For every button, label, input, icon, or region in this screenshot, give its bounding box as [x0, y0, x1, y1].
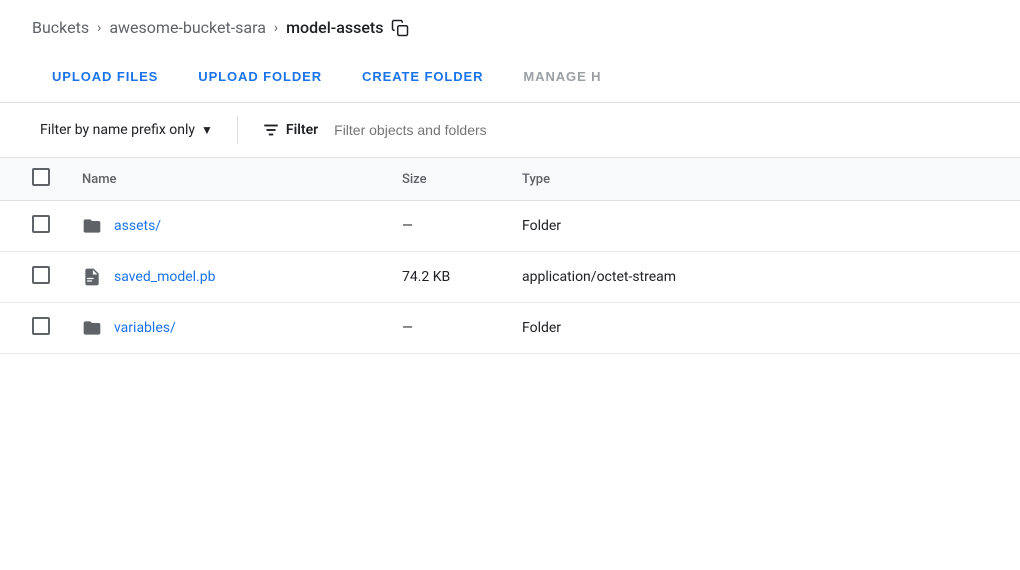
- col-header-type: Type: [506, 158, 1020, 201]
- file-icon-cell: variables/: [82, 318, 370, 338]
- folder-icon: [82, 216, 102, 236]
- filter-prefix-label: Filter by name prefix only: [40, 122, 195, 138]
- breadcrumb-bucket-link[interactable]: awesome-bucket-sara: [109, 18, 266, 37]
- chevron-down-icon: ▼: [201, 123, 213, 137]
- row-name-cell: assets/: [66, 201, 386, 252]
- filter-bar: Filter by name prefix only ▼ Filter: [0, 103, 1020, 158]
- table-header-row: Name Size Type: [0, 158, 1020, 201]
- row-checkbox-cell[interactable]: [0, 303, 66, 354]
- filter-divider: [237, 116, 238, 144]
- file-icon: [82, 267, 102, 287]
- row-type-cell: application/octet-stream: [506, 252, 1020, 303]
- row-name-cell: variables/: [66, 303, 386, 354]
- row-size-cell: —: [386, 303, 506, 354]
- row-checkbox[interactable]: [32, 215, 50, 233]
- upload-folder-button[interactable]: UPLOAD FOLDER: [178, 51, 342, 103]
- col-header-size: Size: [386, 158, 506, 201]
- breadcrumb-current-path: model-assets: [286, 18, 383, 37]
- file-icon-cell: assets/: [82, 216, 370, 236]
- table-row: assets/ —Folder: [0, 201, 1020, 252]
- copy-path-icon[interactable]: [391, 19, 409, 37]
- breadcrumb-chevron-2: ›: [274, 20, 278, 36]
- table-row: saved_model.pb 74.2 KBapplication/octet-…: [0, 252, 1020, 303]
- row-checkbox[interactable]: [32, 266, 50, 284]
- row-checkbox[interactable]: [32, 317, 50, 335]
- filter-prefix-dropdown[interactable]: Filter by name prefix only ▼: [32, 116, 221, 144]
- create-folder-button[interactable]: CREATE FOLDER: [342, 51, 503, 103]
- col-header-checkbox[interactable]: [0, 158, 66, 201]
- file-name-link[interactable]: variables/: [114, 320, 176, 336]
- breadcrumb-buckets-link[interactable]: Buckets: [32, 18, 89, 37]
- upload-files-button[interactable]: UPLOAD FILES: [32, 51, 178, 103]
- action-toolbar: UPLOAD FILES UPLOAD FOLDER CREATE FOLDER…: [0, 51, 1020, 103]
- table-row: variables/ —Folder: [0, 303, 1020, 354]
- breadcrumb: Buckets › awesome-bucket-sara › model-as…: [0, 0, 1020, 51]
- col-header-name: Name: [66, 158, 386, 201]
- file-name-link[interactable]: saved_model.pb: [114, 269, 215, 285]
- file-name-link[interactable]: assets/: [114, 218, 161, 234]
- filter-icon: [262, 121, 280, 139]
- filter-input-wrapper[interactable]: [334, 122, 988, 139]
- filter-button[interactable]: Filter: [254, 115, 326, 145]
- row-type-cell: Folder: [506, 303, 1020, 354]
- file-icon-cell: saved_model.pb: [82, 267, 370, 287]
- filter-input[interactable]: [334, 122, 988, 138]
- file-table: Name Size Type assets/ —Folder saved_mod…: [0, 158, 1020, 354]
- breadcrumb-chevron-1: ›: [97, 20, 101, 36]
- row-checkbox-cell[interactable]: [0, 252, 66, 303]
- row-name-cell: saved_model.pb: [66, 252, 386, 303]
- row-type-cell: Folder: [506, 201, 1020, 252]
- row-checkbox-cell[interactable]: [0, 201, 66, 252]
- row-size-cell: 74.2 KB: [386, 252, 506, 303]
- filter-btn-label: Filter: [286, 122, 318, 138]
- select-all-checkbox[interactable]: [32, 168, 50, 186]
- folder-icon: [82, 318, 102, 338]
- manage-button[interactable]: MANAGE H: [503, 51, 621, 103]
- row-size-cell: —: [386, 201, 506, 252]
